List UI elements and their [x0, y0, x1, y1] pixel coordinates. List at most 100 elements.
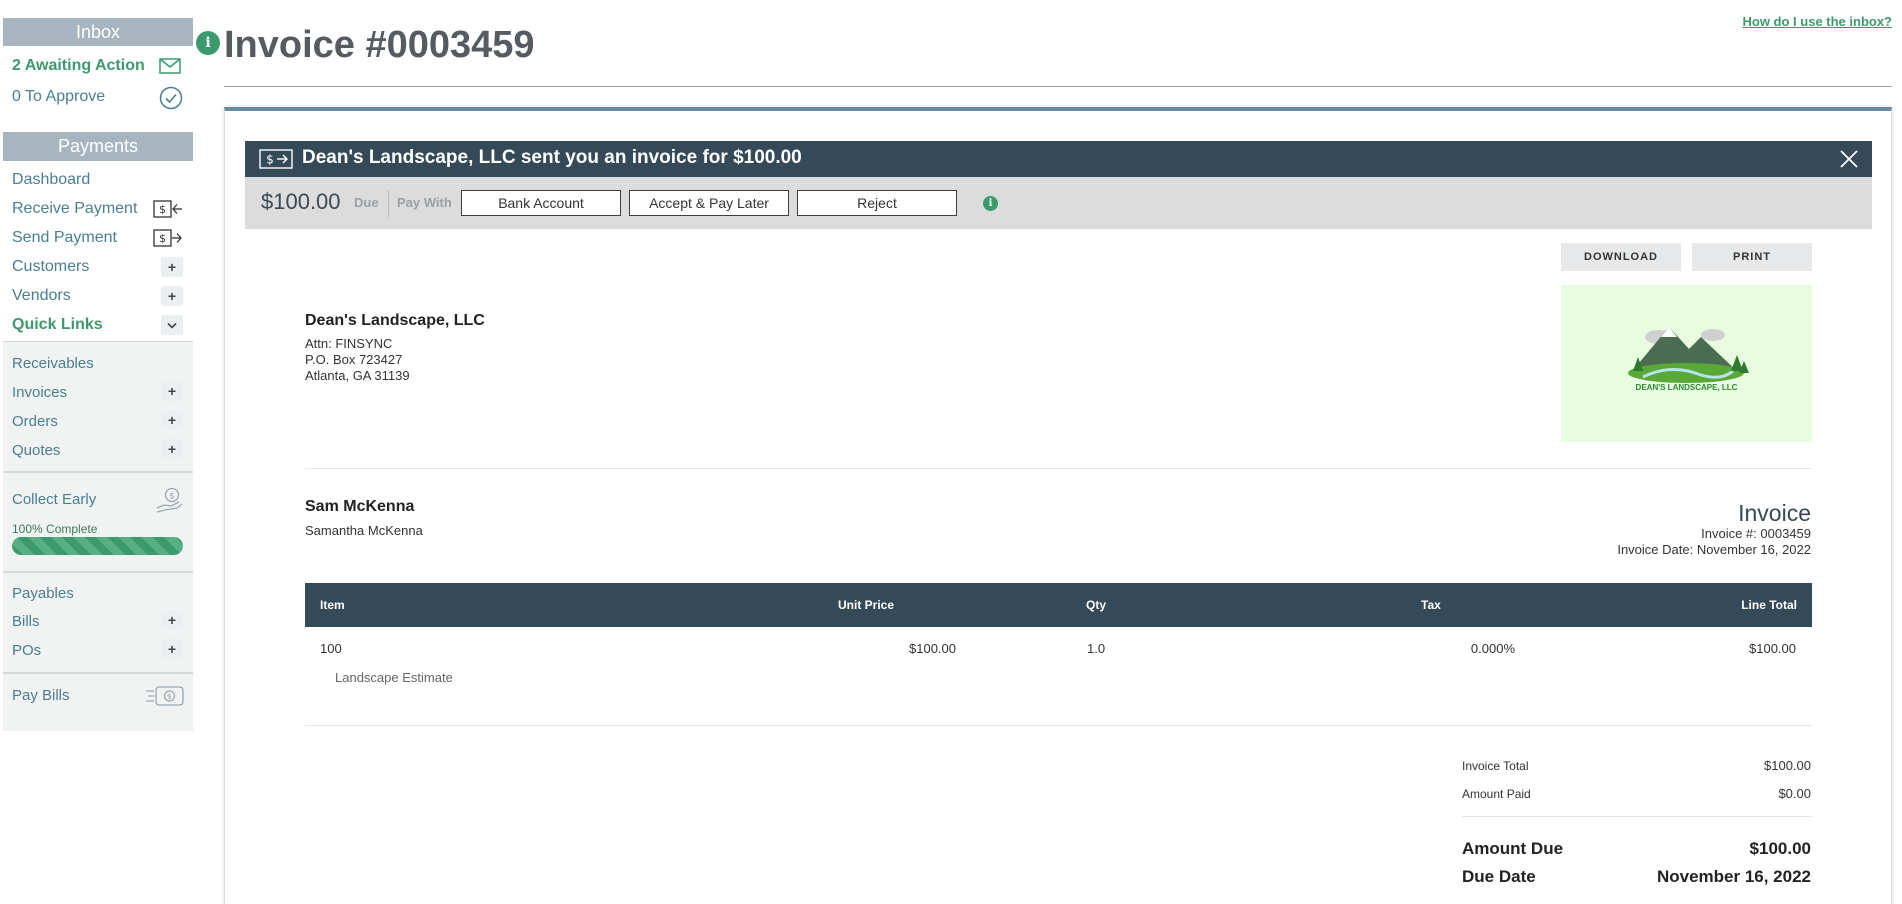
cash-icon: $ [146, 686, 184, 706]
divider [3, 672, 193, 674]
due-date-value: November 16, 2022 [1656, 867, 1811, 886]
info-icon[interactable]: i [983, 196, 998, 211]
row-line-total: $100.00 [1749, 641, 1796, 656]
reject-button[interactable]: Reject [797, 190, 957, 216]
add-bill-button[interactable]: + [161, 610, 183, 630]
send-payment-icon[interactable]: $ [153, 229, 183, 247]
recipient-contact: Samantha McKenna [305, 523, 423, 538]
invoice-number: Invoice #: 0003459 [1701, 526, 1811, 541]
amount-due-total: $100.00 [1749, 839, 1811, 858]
due-label: Due [354, 195, 379, 210]
invoice-banner: $ Dean's Landscape, LLC sent you an invo… [245, 141, 1872, 177]
quick-links-toggle[interactable] [161, 315, 183, 335]
invoice-card: $ Dean's Landscape, LLC sent you an invo… [224, 107, 1892, 904]
sidebar-item-orders[interactable]: Orders [12, 412, 58, 432]
sender-address-line1: P.O. Box 723427 [305, 352, 403, 367]
sidebar-item-invoices[interactable]: Invoices [12, 383, 67, 403]
envelope-icon[interactable] [159, 58, 181, 74]
svg-text:$: $ [159, 203, 166, 216]
amount-due-label: Amount Due [1462, 839, 1564, 858]
sidebar-item-collect-early[interactable]: Collect Early [12, 490, 96, 510]
inbox-section-header: Inbox [3, 18, 193, 46]
column-header-qty: Qty [1086, 598, 1107, 612]
landscape-logo-icon [1628, 327, 1749, 383]
to-approve-link[interactable]: 0 To Approve [12, 87, 105, 107]
sidebar-item-quick-links[interactable]: Quick Links [12, 315, 103, 335]
divider [3, 471, 193, 473]
sidebar-item-receivables[interactable]: Receivables [12, 354, 94, 374]
sidebar-item-dashboard[interactable]: Dashboard [12, 170, 90, 190]
recipient-name: Sam McKenna [305, 498, 415, 515]
add-customer-button[interactable]: + [161, 257, 183, 277]
download-button[interactable]: DOWNLOAD [1561, 243, 1681, 271]
company-logo: DEAN'S LANDSCAPE, LLC [1561, 285, 1812, 442]
sidebar-item-receive-payment[interactable]: Receive Payment [12, 199, 137, 219]
collect-early-progress-bar [12, 537, 183, 555]
payments-section-header: Payments [3, 132, 193, 161]
sidebar-item-bills[interactable]: Bills [12, 612, 40, 632]
bank-account-button[interactable]: Bank Account [461, 190, 621, 216]
sidebar-item-vendors[interactable]: Vendors [12, 286, 71, 306]
divider [3, 341, 193, 342]
row-item: 100 [320, 641, 342, 656]
invoice-money-icon: $ [259, 149, 293, 169]
sidebar: Inbox 2 Awaiting Action 0 To Approve Pay… [0, 0, 195, 904]
column-header-line-total: Line Total [1741, 598, 1797, 612]
print-button[interactable]: PRINT [1692, 243, 1812, 271]
divider [1462, 816, 1812, 817]
svg-text:$: $ [266, 153, 274, 167]
close-icon[interactable] [1838, 148, 1860, 170]
banner-title: Dean's Landscape, LLC sent you an invoic… [302, 147, 802, 168]
add-vendor-button[interactable]: + [161, 286, 183, 306]
sidebar-item-customers[interactable]: Customers [12, 257, 89, 277]
check-circle-icon[interactable] [159, 86, 183, 110]
divider [388, 190, 389, 217]
awaiting-action-link[interactable]: 2 Awaiting Action [12, 56, 145, 76]
pay-bar: $100.00 Due Pay With Bank Account Accept… [245, 177, 1872, 229]
sidebar-item-pay-bills[interactable]: Pay Bills [12, 686, 70, 706]
column-header-tax: Tax [1421, 598, 1441, 612]
header-divider [224, 86, 1892, 87]
receive-payment-icon[interactable]: $ [153, 200, 183, 218]
row-description: Landscape Estimate [335, 670, 453, 685]
chevron-down-icon [167, 322, 177, 329]
sender-name: Dean's Landscape, LLC [305, 312, 485, 329]
sidebar-item-pos[interactable]: POs [12, 641, 41, 661]
info-icon[interactable]: i [196, 31, 220, 55]
column-header-unit-price: Unit Price [838, 598, 895, 612]
svg-text:$: $ [169, 492, 175, 502]
divider [305, 468, 1812, 469]
row-qty: 1.0 [1087, 641, 1106, 656]
row-unit-price: $100.00 [909, 641, 956, 656]
invoice-total-value: $100.00 [1764, 758, 1811, 773]
add-order-button[interactable]: + [161, 410, 183, 430]
amount-due-value: $100.00 [261, 189, 341, 214]
sidebar-item-send-payment[interactable]: Send Payment [12, 228, 117, 248]
amount-paid-label: Amount Paid [1462, 787, 1531, 801]
sidebar-item-payables[interactable]: Payables [12, 584, 74, 604]
column-header-item: Item [320, 598, 345, 612]
hand-coin-icon: $ [156, 487, 183, 513]
row-tax: 0.000% [1470, 641, 1515, 656]
divider [305, 725, 1812, 726]
svg-text:$: $ [167, 692, 172, 701]
help-link[interactable]: How do I use the inbox? [1743, 14, 1893, 29]
progress-fill [12, 537, 183, 555]
invoice-date: Invoice Date: November 16, 2022 [1617, 542, 1811, 557]
collect-early-progress-label: 100% Complete [12, 522, 98, 536]
line-items-header: Item Unit Price Qty Tax Line Total [305, 583, 1812, 627]
due-date-label: Due Date [1462, 867, 1536, 886]
sender-attn: Attn: FINSYNC [305, 336, 393, 351]
sidebar-item-quotes[interactable]: Quotes [12, 441, 60, 461]
add-po-button[interactable]: + [161, 639, 183, 659]
add-quote-button[interactable]: + [161, 439, 183, 459]
accept-pay-later-button[interactable]: Accept & Pay Later [629, 190, 789, 216]
page-title: Invoice #0003459 [224, 24, 535, 66]
add-invoice-button[interactable]: + [161, 381, 183, 401]
sender-address-line2: Atlanta, GA 31139 [305, 368, 410, 383]
logo-text: DEAN'S LANDSCAPE, LLC [1635, 383, 1738, 392]
divider [3, 571, 193, 573]
pay-with-label: Pay With [397, 195, 452, 210]
invoice-total-label: Invoice Total [1462, 759, 1529, 773]
invoice-heading: Invoice [1738, 500, 1811, 526]
